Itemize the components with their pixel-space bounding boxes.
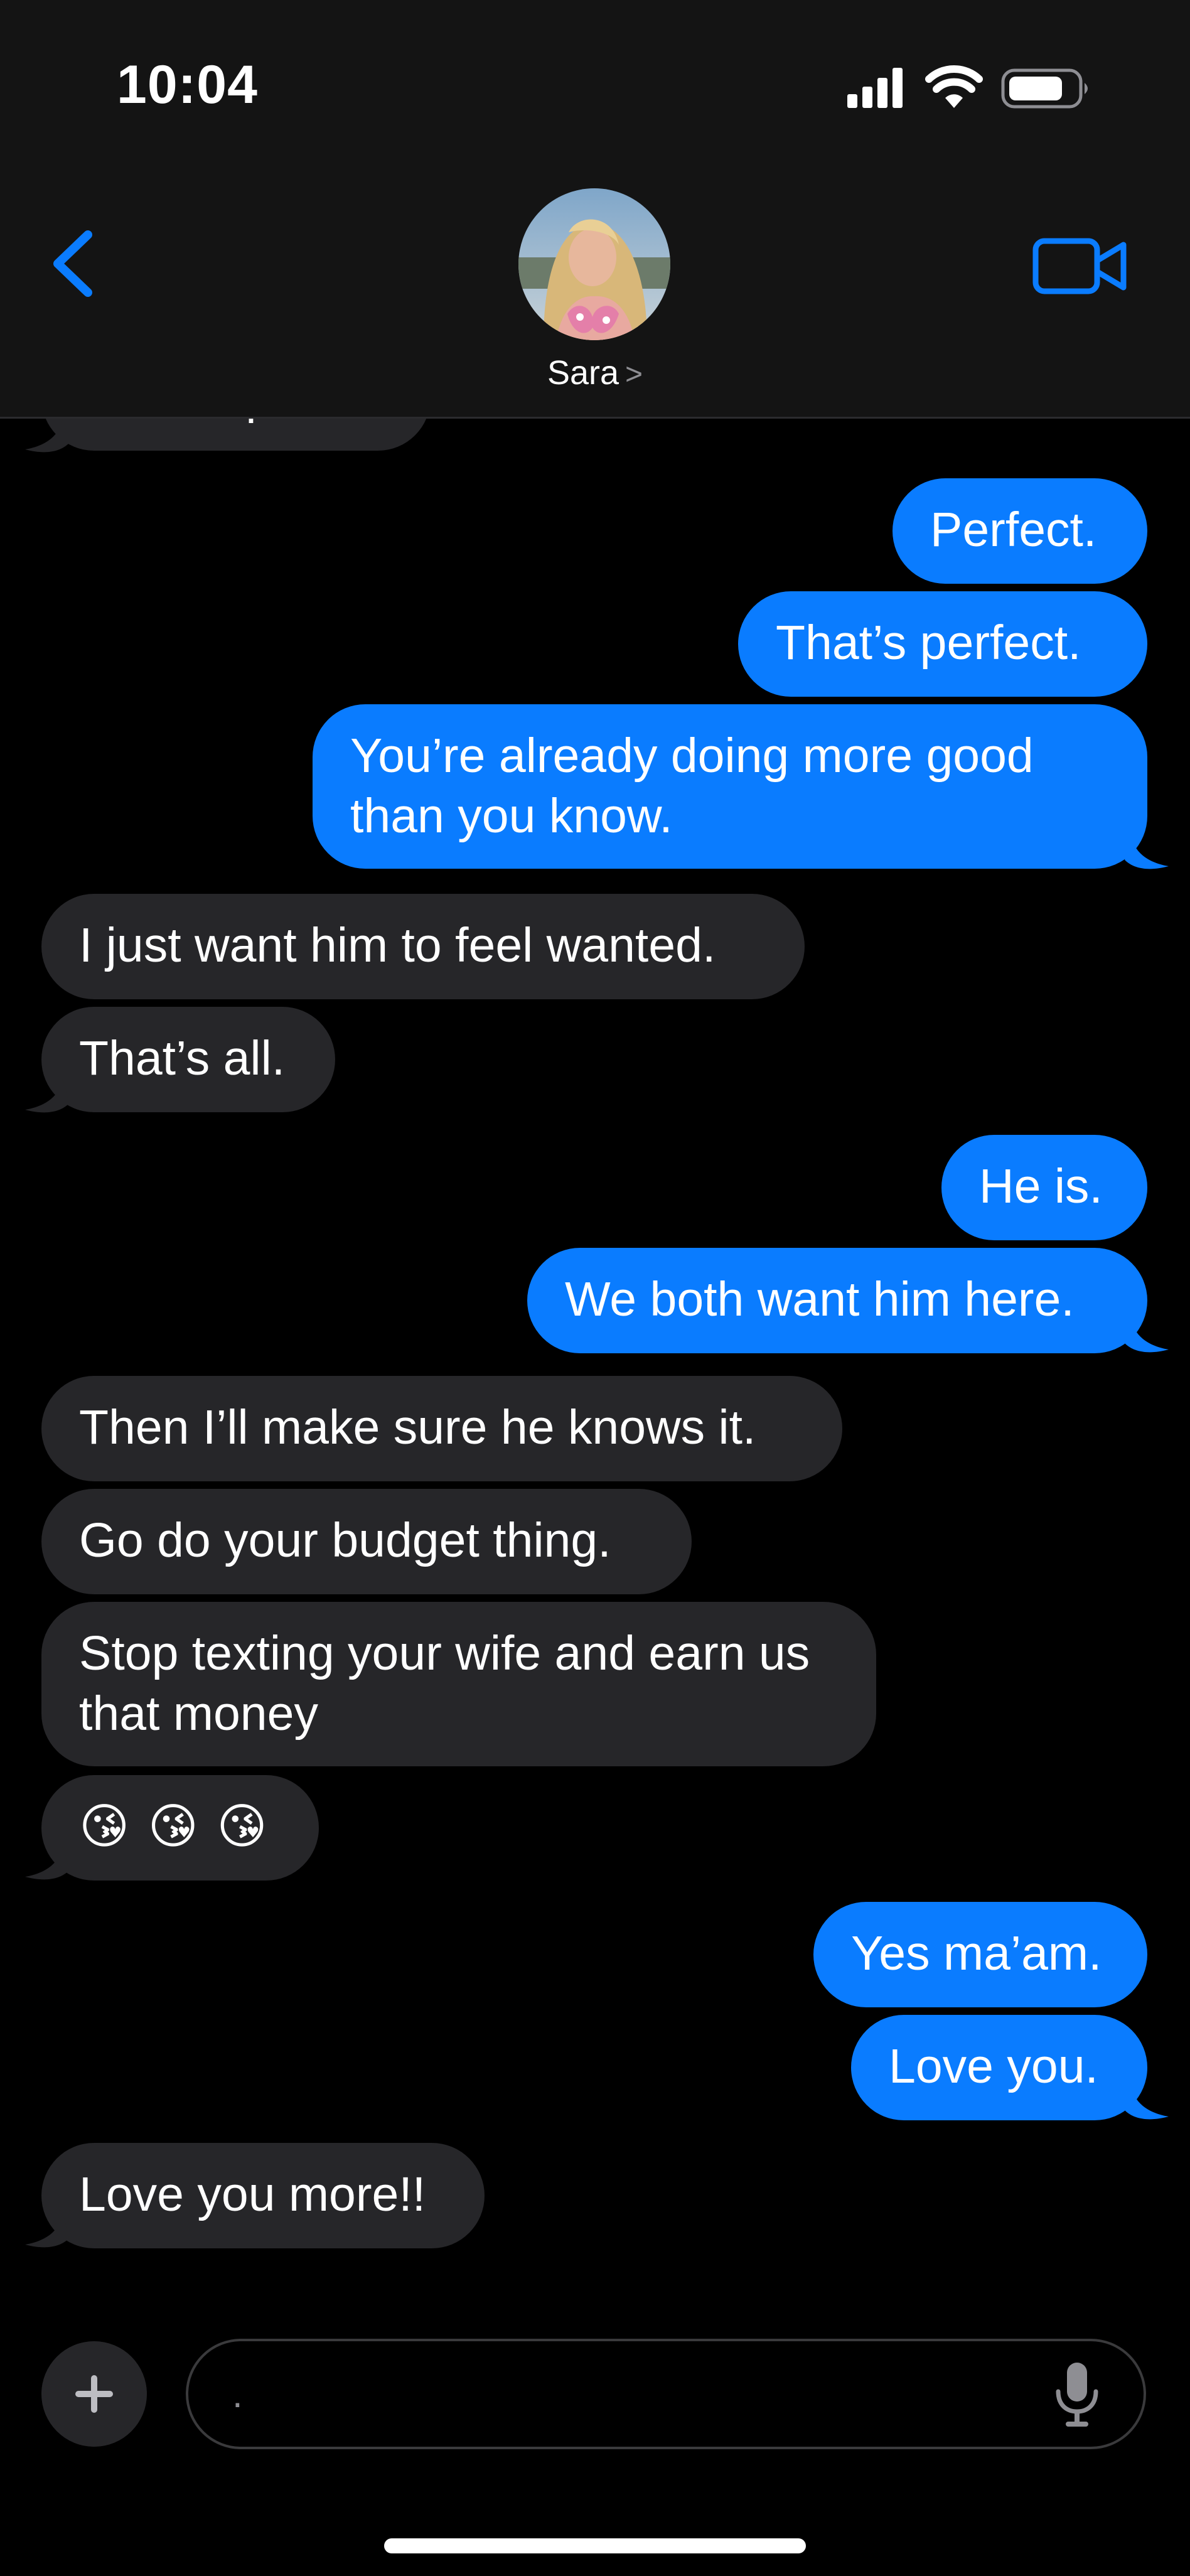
message-bubble-outgoing[interactable]: Yes ma’am. (813, 1902, 1147, 2007)
contact-avatar[interactable] (518, 188, 670, 340)
contact-name: Sara (547, 354, 619, 392)
bubble-tail (1125, 2085, 1169, 2120)
chevron-right-icon: > (625, 358, 643, 391)
message-bubble-outgoing[interactable]: You’re already doing more good than you … (313, 704, 1147, 869)
bubble-tail (1125, 1318, 1169, 1353)
bubble-tail (1125, 835, 1169, 869)
bubble-tail (25, 418, 69, 453)
message-bubble-incoming[interactable]: That’s all. (41, 1007, 335, 1112)
conversation-header: 10:04 Sara > (0, 0, 1190, 418)
message-bubble-incoming[interactable]: Stop texting your wife and earn us that … (41, 1602, 876, 1766)
message-input[interactable] (186, 2339, 1146, 2449)
contact-name-button[interactable]: Sara > (0, 353, 1190, 392)
battery-icon (1001, 68, 1088, 109)
message-bubble-outgoing[interactable]: Perfect. (893, 478, 1147, 584)
bubble-tail (25, 2213, 69, 2248)
apps-plus-button[interactable] (41, 2341, 147, 2447)
cellular-signal-icon (847, 68, 903, 108)
bubble-tail (25, 1078, 69, 1113)
microphone-icon[interactable] (1052, 2360, 1102, 2429)
header-divider (0, 417, 1190, 419)
bubble-tail (25, 1845, 69, 1880)
message-bubble-incoming[interactable]: Then I’ll make sure he knows it. (41, 1376, 842, 1481)
message-bubble-outgoing[interactable]: He is. (941, 1135, 1147, 1240)
avatar-photo (518, 188, 670, 340)
video-camera-icon (1032, 238, 1127, 294)
home-indicator[interactable] (384, 2538, 806, 2553)
message-bubble-incoming[interactable]: 😘 😘 😘 (41, 1775, 319, 1881)
status-time: 10:04 (117, 55, 258, 115)
status-icons (847, 65, 1088, 109)
message-bubble-outgoing[interactable]: That’s perfect. (738, 591, 1147, 697)
message-bubble-incoming[interactable]: Love you more!! (41, 2143, 485, 2248)
wifi-icon (925, 65, 983, 108)
message-bubble-outgoing[interactable]: Love you. (851, 2015, 1147, 2120)
chevron-left-icon (53, 230, 92, 297)
message-bubble-incoming[interactable]: Go do your budget thing. (41, 1489, 692, 1594)
message-bubble-incoming[interactable]: I just want him to feel wanted. (41, 894, 805, 999)
video-call-button[interactable] (1029, 232, 1130, 301)
message-bubble-outgoing[interactable]: We both want him here. (527, 1248, 1147, 1353)
back-button[interactable] (44, 226, 107, 301)
